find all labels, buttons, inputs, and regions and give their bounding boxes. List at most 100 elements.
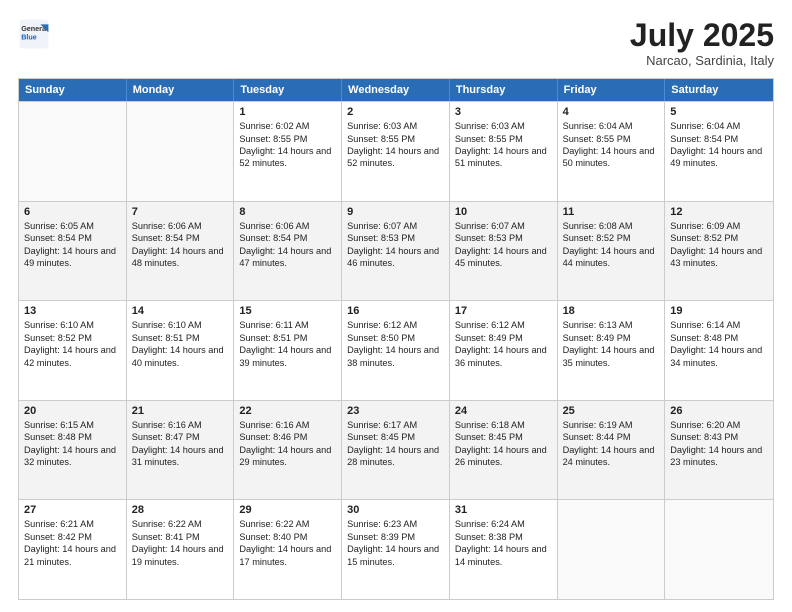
sunrise-text: Sunrise: 6:23 AM: [347, 518, 444, 530]
logo: General Blue: [18, 18, 50, 50]
day-header-sunday: Sunday: [19, 79, 127, 101]
sunset-text: Sunset: 8:41 PM: [132, 531, 229, 543]
day-number: 28: [132, 504, 229, 516]
day-number: 4: [563, 106, 660, 118]
daylight-text: Daylight: 14 hours and 31 minutes.: [132, 444, 229, 469]
calendar-cell: 25Sunrise: 6:19 AMSunset: 8:44 PMDayligh…: [558, 401, 666, 500]
calendar-cell: 11Sunrise: 6:08 AMSunset: 8:52 PMDayligh…: [558, 202, 666, 301]
sunrise-text: Sunrise: 6:15 AM: [24, 419, 121, 431]
day-number: 26: [670, 405, 768, 417]
sunset-text: Sunset: 8:42 PM: [24, 531, 121, 543]
location-subtitle: Narcao, Sardinia, Italy: [630, 53, 774, 68]
daylight-text: Daylight: 14 hours and 24 minutes.: [563, 444, 660, 469]
sunrise-text: Sunrise: 6:24 AM: [455, 518, 552, 530]
daylight-text: Daylight: 14 hours and 44 minutes.: [563, 245, 660, 270]
sunrise-text: Sunrise: 6:03 AM: [455, 120, 552, 132]
calendar-cell: 14Sunrise: 6:10 AMSunset: 8:51 PMDayligh…: [127, 301, 235, 400]
sunset-text: Sunset: 8:54 PM: [132, 232, 229, 244]
sunset-text: Sunset: 8:53 PM: [455, 232, 552, 244]
calendar-cell: 18Sunrise: 6:13 AMSunset: 8:49 PMDayligh…: [558, 301, 666, 400]
calendar-cell: 2Sunrise: 6:03 AMSunset: 8:55 PMDaylight…: [342, 102, 450, 201]
daylight-text: Daylight: 14 hours and 39 minutes.: [239, 344, 336, 369]
day-number: 27: [24, 504, 121, 516]
sunset-text: Sunset: 8:49 PM: [455, 332, 552, 344]
calendar-cell: 15Sunrise: 6:11 AMSunset: 8:51 PMDayligh…: [234, 301, 342, 400]
calendar-cell: 17Sunrise: 6:12 AMSunset: 8:49 PMDayligh…: [450, 301, 558, 400]
calendar-cell: 28 Sunrise: 6:22 AMSunset: 8:41 PMDayligh…: [127, 500, 235, 599]
sunset-text: Sunset: 8:55 PM: [239, 133, 336, 145]
daylight-text: Daylight: 14 hours and 40 minutes.: [132, 344, 229, 369]
calendar-cell: [19, 102, 127, 201]
calendar-cell: 9Sunrise: 6:07 AMSunset: 8:53 PMDaylight…: [342, 202, 450, 301]
sunrise-text: Sunrise: 6:02 AM: [239, 120, 336, 132]
sunset-text: Sunset: 8:45 PM: [347, 431, 444, 443]
day-number: 10: [455, 206, 552, 218]
sunrise-text: Sunrise: 6:16 AM: [132, 419, 229, 431]
daylight-text: Daylight: 14 hours and 36 minutes.: [455, 344, 552, 369]
day-number: 20: [24, 405, 121, 417]
calendar-cell: 31Sunrise: 6:24 AMSunset: 8:38 PMDayligh…: [450, 500, 558, 599]
header: General Blue July 2025 Narcao, Sardinia,…: [18, 18, 774, 68]
daylight-text: Daylight: 14 hours and 50 minutes.: [563, 145, 660, 170]
sunrise-text: Sunrise: 6:13 AM: [563, 319, 660, 331]
calendar-cell: 30Sunrise: 6:23 AMSunset: 8:39 PMDayligh…: [342, 500, 450, 599]
calendar-cell: 3 Sunrise: 6:03 AMSunset: 8:55 PMDaylight…: [450, 102, 558, 201]
month-year-title: July 2025: [630, 18, 774, 53]
day-number: 6: [24, 206, 121, 218]
sunset-text: Sunset: 8:54 PM: [24, 232, 121, 244]
sunrise-text: Sunrise: 6:04 AM: [563, 120, 660, 132]
sunrise-text: Sunrise: 6:22 AM: [132, 518, 229, 530]
daylight-text: Daylight: 14 hours and 21 minutes.: [24, 543, 121, 568]
sunset-text: Sunset: 8:55 PM: [455, 133, 552, 145]
calendar-week-5: 27Sunrise: 6:21 AMSunset: 8:42 PMDayligh…: [19, 499, 773, 599]
day-number: 3: [455, 106, 552, 118]
day-number: 17: [455, 305, 552, 317]
daylight-text: Daylight: 14 hours and 19 minutes.: [132, 543, 229, 568]
day-number: 24: [455, 405, 552, 417]
day-number: 19: [670, 305, 768, 317]
calendar-cell: 5Sunrise: 6:04 AMSunset: 8:54 PMDaylight…: [665, 102, 773, 201]
sunrise-text: Sunrise: 6:14 AM: [670, 319, 768, 331]
sunset-text: Sunset: 8:51 PM: [239, 332, 336, 344]
sunrise-text: Sunrise: 6:12 AM: [347, 319, 444, 331]
sunrise-text: Sunrise: 6:16 AM: [239, 419, 336, 431]
day-header-thursday: Thursday: [450, 79, 558, 101]
daylight-text: Daylight: 14 hours and 51 minutes.: [455, 145, 552, 170]
day-number: 25: [563, 405, 660, 417]
daylight-text: Daylight: 14 hours and 32 minutes.: [24, 444, 121, 469]
sunset-text: Sunset: 8:49 PM: [563, 332, 660, 344]
daylight-text: Daylight: 14 hours and 47 minutes.: [239, 245, 336, 270]
sunrise-text: Sunrise: 6:11 AM: [239, 319, 336, 331]
sunrise-text: Sunrise: 6:22 AM: [239, 518, 336, 530]
page: General Blue July 2025 Narcao, Sardinia,…: [0, 0, 792, 612]
day-header-tuesday: Tuesday: [234, 79, 342, 101]
sunrise-text: Sunrise: 6:09 AM: [670, 220, 768, 232]
sunrise-text: Sunrise: 6:10 AM: [132, 319, 229, 331]
day-number: 2: [347, 106, 444, 118]
day-number: 11: [563, 206, 660, 218]
sunset-text: Sunset: 8:43 PM: [670, 431, 768, 443]
calendar-cell: 26Sunrise: 6:20 AMSunset: 8:43 PMDayligh…: [665, 401, 773, 500]
day-number: 12: [670, 206, 768, 218]
sunset-text: Sunset: 8:39 PM: [347, 531, 444, 543]
daylight-text: Daylight: 14 hours and 48 minutes.: [132, 245, 229, 270]
calendar-cell: 16Sunrise: 6:12 AMSunset: 8:50 PMDayligh…: [342, 301, 450, 400]
sunset-text: Sunset: 8:48 PM: [24, 431, 121, 443]
calendar-header-row: SundayMondayTuesdayWednesdayThursdayFrid…: [19, 79, 773, 101]
sunset-text: Sunset: 8:54 PM: [670, 133, 768, 145]
day-number: 1: [239, 106, 336, 118]
daylight-text: Daylight: 14 hours and 29 minutes.: [239, 444, 336, 469]
sunrise-text: Sunrise: 6:08 AM: [563, 220, 660, 232]
svg-text:Blue: Blue: [21, 33, 37, 42]
day-header-saturday: Saturday: [665, 79, 773, 101]
calendar-cell: [665, 500, 773, 599]
calendar-cell: 6Sunrise: 6:05 AMSunset: 8:54 PMDaylight…: [19, 202, 127, 301]
sunset-text: Sunset: 8:52 PM: [24, 332, 121, 344]
sunset-text: Sunset: 8:38 PM: [455, 531, 552, 543]
sunset-text: Sunset: 8:55 PM: [347, 133, 444, 145]
daylight-text: Daylight: 14 hours and 46 minutes.: [347, 245, 444, 270]
daylight-text: Daylight: 14 hours and 52 minutes.: [347, 145, 444, 170]
sunset-text: Sunset: 8:47 PM: [132, 431, 229, 443]
calendar-week-1: 1Sunrise: 6:02 AMSunset: 8:55 PMDaylight…: [19, 101, 773, 201]
daylight-text: Daylight: 14 hours and 43 minutes.: [670, 245, 768, 270]
